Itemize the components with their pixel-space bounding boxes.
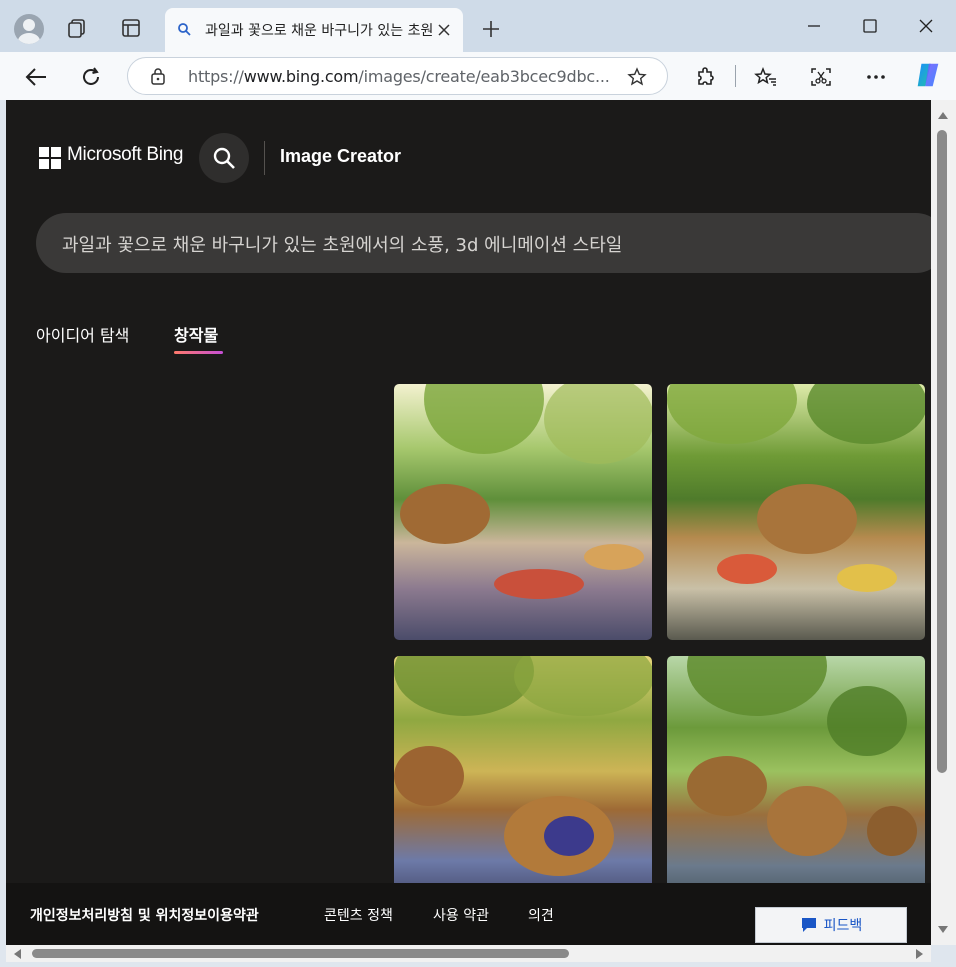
feedback-label: 피드백 [823, 918, 863, 934]
product-title[interactable]: Image Creator [280, 146, 401, 167]
horizontal-scrollbar[interactable] [6, 945, 931, 962]
chat-icon [801, 918, 816, 932]
active-tab-indicator [174, 351, 223, 354]
favorites-icon[interactable] [751, 62, 781, 92]
scroll-right-icon[interactable] [916, 949, 923, 959]
page-footer: 개인정보처리방침 및 위치정보이용약관 콘텐츠 정책 사용 약관 의견 피드백 [6, 883, 931, 945]
page-content: Microsoft Bing Image Creator 과일과 꽃으로 채운 … [6, 100, 931, 883]
refresh-button[interactable] [76, 62, 106, 92]
vertical-tabs-icon[interactable] [117, 14, 145, 42]
tab-title: 과일과 꽃으로 채운 바구니가 있는 초원에서의 소풍, 3d 애니메이션 스타… [205, 23, 433, 39]
close-tab-icon[interactable] [435, 21, 453, 39]
prompt-input[interactable]: 과일과 꽃으로 채운 바구니가 있는 초원에서의 소풍, 3d 에니메이션 스타… [36, 213, 931, 273]
scroll-left-icon[interactable] [14, 949, 21, 959]
more-options-icon[interactable] [861, 62, 891, 92]
scroll-up-icon[interactable] [938, 112, 948, 119]
back-button[interactable] [21, 62, 51, 92]
maximize-button[interactable] [855, 12, 885, 40]
header-divider [264, 141, 265, 175]
toolbar-separator [735, 65, 736, 87]
profile-avatar[interactable] [14, 14, 44, 44]
feedback-button[interactable]: 피드백 [755, 907, 907, 943]
extensions-icon[interactable] [691, 62, 721, 92]
lock-icon[interactable] [150, 67, 166, 89]
vertical-scrollbar[interactable] [931, 100, 956, 945]
search-button[interactable] [199, 133, 249, 183]
generated-image-4[interactable] [667, 656, 925, 883]
brand-name[interactable]: Microsoft Bing [67, 144, 183, 166]
close-window-button[interactable] [911, 12, 941, 40]
horizontal-scroll-thumb[interactable] [32, 949, 569, 958]
active-tab[interactable]: 과일과 꽃으로 채운 바구니가 있는 초원에서의 소풍, 3d 애니메이션 스타… [165, 8, 463, 52]
collections-icon[interactable] [64, 14, 92, 42]
url-text[interactable]: https://www.bing.com/images/create/eab3b… [188, 67, 612, 86]
generated-image-2[interactable] [667, 384, 925, 640]
minimize-button[interactable] [799, 12, 829, 40]
search-icon [213, 147, 235, 169]
favorite-star-icon[interactable] [627, 67, 647, 91]
screenshot-icon[interactable] [806, 62, 836, 92]
copilot-icon[interactable] [913, 60, 943, 90]
feedback-link[interactable]: 의견 [528, 905, 554, 925]
browser-toolbar: https://www.bing.com/images/create/eab3b… [0, 52, 956, 100]
vertical-scroll-thumb[interactable] [937, 130, 947, 773]
generated-image-1[interactable] [394, 384, 652, 640]
address-bar[interactable]: https://www.bing.com/images/create/eab3b… [127, 57, 668, 95]
microsoft-logo-icon[interactable] [39, 147, 61, 169]
new-tab-button[interactable] [478, 16, 504, 42]
terms-link[interactable]: 사용 약관 [433, 905, 489, 925]
prompt-text: 과일과 꽃으로 채운 바구니가 있는 초원에서의 소풍, 3d 에니메이션 스타… [62, 235, 623, 256]
scroll-down-icon[interactable] [938, 926, 948, 933]
tab-explore-ideas[interactable]: 아이디어 탐색 [36, 322, 129, 346]
content-policy-link[interactable]: 콘텐츠 정책 [324, 905, 393, 925]
privacy-link[interactable]: 개인정보처리방침 및 위치정보이용약관 [30, 905, 259, 925]
search-icon [177, 21, 191, 40]
generated-image-3[interactable] [394, 656, 652, 883]
tab-creations[interactable]: 창작물 [174, 322, 218, 346]
title-bar: 과일과 꽃으로 채운 바구니가 있는 초원에서의 소풍, 3d 애니메이션 스타… [0, 0, 956, 52]
